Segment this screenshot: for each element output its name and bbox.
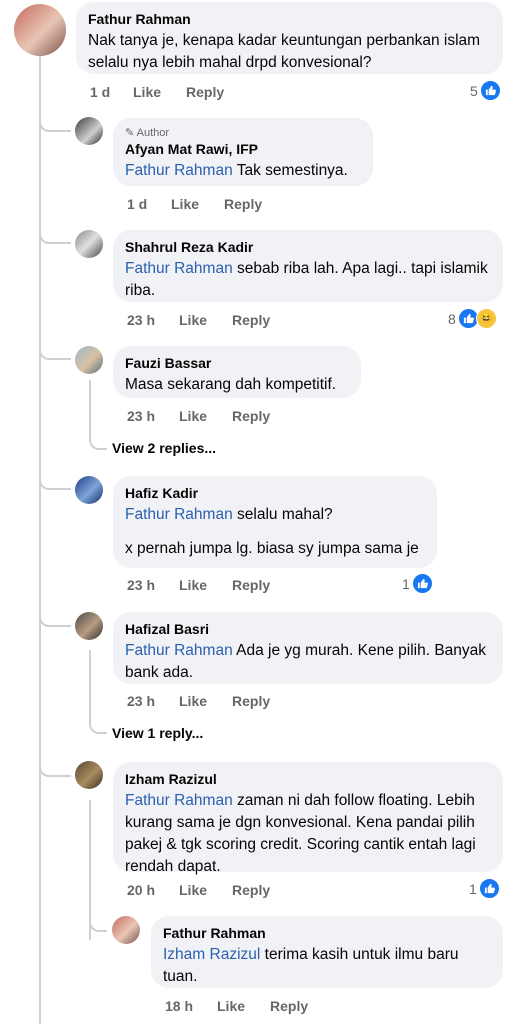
avatar[interactable] [75,476,103,504]
thread-line-sub-2 [89,650,91,720]
reply-button[interactable]: Reply [232,408,270,424]
mention-link[interactable]: Fathur Rahman [125,506,233,523]
commenter-name[interactable]: Afyan Mat Rawi, IFP [125,140,361,158]
thread-line-main [39,56,41,1024]
avatar[interactable] [75,761,103,789]
like-icon [478,878,500,899]
connector-elbow [39,110,71,132]
reply-button[interactable]: Reply [186,84,224,100]
avatar[interactable] [75,612,103,640]
mention-link[interactable]: Izham Razizul [163,946,260,963]
reply-button[interactable]: Reply [270,998,308,1014]
comment-bubble: Hafizal Basri Fathur Rahman Ada je yg mu… [113,612,503,684]
reaction-count[interactable]: 8 😆 [448,308,497,329]
comment-bubble: Fathur Rahman Nak tanya je, kenapa kadar… [76,2,503,74]
like-button[interactable]: Like [179,882,207,898]
reply-button[interactable]: Reply [232,312,270,328]
mention-link[interactable]: Fathur Rahman [125,260,233,277]
comment-bubble: Hafiz Kadir Fathur Rahman selalu mahal? … [113,476,437,568]
author-badge: ✎ Author [125,127,170,139]
timestamp[interactable]: 23 h [127,693,155,709]
timestamp[interactable]: 20 h [127,882,155,898]
commenter-name[interactable]: Hafiz Kadir [125,484,425,502]
comment-bubble: Fauzi Bassar Masa sekarang dah kompetiti… [113,346,361,398]
comment-bubble: ✎ Author Afyan Mat Rawi, IFP Fathur Rahm… [113,118,373,186]
avatar[interactable] [75,346,103,374]
reply-button[interactable]: Reply [232,882,270,898]
comment-text: selalu mahal? [237,506,333,523]
reply-button[interactable]: Reply [232,693,270,709]
timestamp[interactable]: 1 d [90,84,110,100]
like-button[interactable]: Like [179,577,207,593]
commenter-name[interactable]: Fauzi Bassar [125,354,349,372]
view-replies-link[interactable]: View 2 replies... [112,440,216,456]
connector-elbow [39,338,71,360]
connector-elbow [89,712,107,734]
avatar[interactable] [14,4,66,56]
like-button[interactable]: Like [171,196,199,212]
connector-elbow [39,222,71,244]
like-icon [411,573,433,594]
comment-bubble: Izham Razizul Fathur Rahman zaman ni dah… [113,762,503,875]
like-button[interactable]: Like [179,408,207,424]
mention-link[interactable]: Fathur Rahman [125,642,233,659]
reply-button[interactable]: Reply [232,577,270,593]
avatar[interactable] [75,230,103,258]
comment-bubble: Fathur Rahman Izham Razizul terima kasih… [151,916,503,988]
reply-button[interactable]: Reply [224,196,262,212]
commenter-name[interactable]: Shahrul Reza Kadir [125,238,491,256]
comment-text: Nak tanya je, kenapa kadar keuntungan pe… [88,32,481,71]
comment-text: Tak semestinya. [236,162,348,179]
commenter-name[interactable]: Izham Razizul [125,770,491,788]
commenter-name[interactable]: Fathur Rahman [163,924,491,942]
mention-link[interactable]: Fathur Rahman [125,792,233,809]
like-button[interactable]: Like [179,693,207,709]
connector-elbow [39,468,71,490]
timestamp[interactable]: 1 d [127,196,147,212]
like-button[interactable]: Like [133,84,161,100]
reaction-count[interactable]: 1 [402,573,433,594]
timestamp[interactable]: 23 h [127,577,155,593]
like-button[interactable]: Like [217,998,245,1014]
comment-text: Masa sekarang dah kompetitif. [125,376,337,393]
reaction-count[interactable]: 5 [470,80,501,101]
like-icon [479,80,501,101]
avatar[interactable] [75,117,103,145]
avatar[interactable] [112,916,140,944]
connector-elbow [89,910,107,932]
timestamp[interactable]: 23 h [127,312,155,328]
connector-elbow [39,755,71,777]
timestamp[interactable]: 18 h [165,998,193,1014]
view-replies-link[interactable]: View 1 reply... [112,725,203,741]
reaction-count[interactable]: 1 [469,878,500,899]
connector-elbow [89,428,107,450]
comment-text-line-2: x pernah jumpa lg. biasa sy jumpa sama j… [125,540,419,557]
commenter-name[interactable]: Hafizal Basri [125,620,491,638]
commenter-name[interactable]: Fathur Rahman [88,10,491,28]
comment-bubble: Shahrul Reza Kadir Fathur Rahman sebab r… [113,230,503,302]
mention-link[interactable]: Fathur Rahman [125,162,233,179]
connector-elbow [39,605,71,627]
haha-icon: 😆 [475,308,497,329]
timestamp[interactable]: 23 h [127,408,155,424]
like-button[interactable]: Like [179,312,207,328]
